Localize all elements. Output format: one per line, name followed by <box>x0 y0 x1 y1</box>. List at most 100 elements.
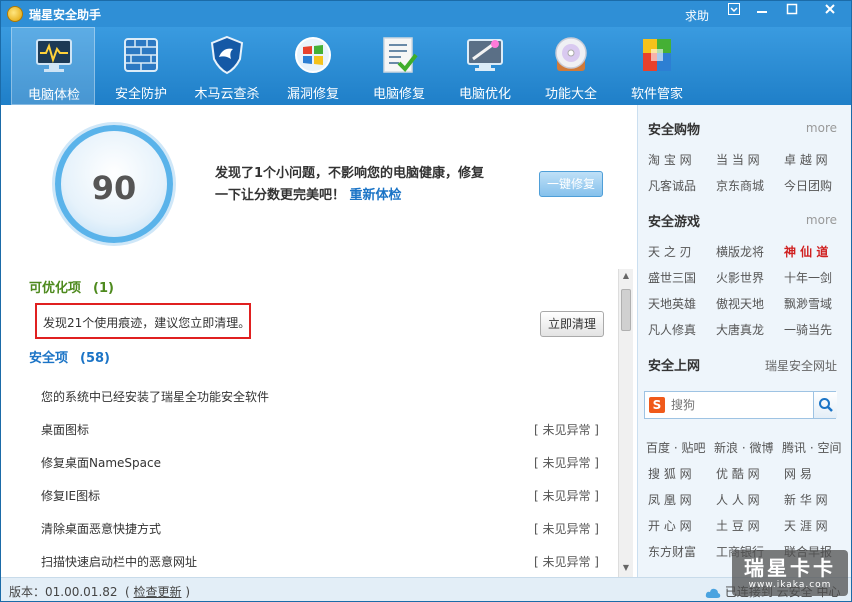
summary-line-2: 一下让分数更完美吧！ <box>215 188 346 203</box>
web-link[interactable]: 新浪 · 微博 <box>714 439 773 456</box>
check-name: 修复桌面NameSpace <box>41 456 161 470</box>
check-status: [ 未见异常 ] <box>534 423 599 437</box>
tab-label: 功能大全 <box>544 87 597 102</box>
shield-icon <box>210 35 244 75</box>
check-status: [ 未见异常 ] <box>534 489 599 503</box>
safe-url-link[interactable]: 瑞星安全网址 <box>765 357 837 374</box>
window-title: 瑞星安全助手 <box>29 8 102 22</box>
web-link[interactable]: 土 豆 网 <box>716 517 760 534</box>
tab-checkup[interactable]: 电脑体检 <box>11 27 95 105</box>
scroll-down-icon[interactable]: ▼ <box>619 561 633 575</box>
results-scrollbar[interactable]: ▲ ▼ <box>618 269 633 577</box>
tab-label: 木马云查杀 <box>194 87 260 102</box>
search-button[interactable] <box>813 392 837 418</box>
check-name: 扫描快速启动栏中的恶意网址 <box>41 555 198 569</box>
issue-text: 发现21个使用痕迹，建议您立即清理。 <box>43 316 251 330</box>
recheck-link[interactable]: 重新体检 <box>350 188 402 203</box>
checkup-panel: 90 发现了1个小问题，不影响您的电脑健康，修复 一下让分数更完美吧！ 重新体检… <box>1 105 637 577</box>
intro-text: 您的系统中已经安装了瑞星全功能安全软件 <box>41 390 270 404</box>
game-link[interactable]: 一骑当先 <box>784 321 832 338</box>
game-link[interactable]: 十年一剑 <box>784 269 832 286</box>
shopping-more-link[interactable]: more <box>806 121 837 135</box>
help-link[interactable]: 求助 <box>685 7 709 24</box>
tab-label: 电脑优化 <box>458 87 511 102</box>
version-text: 版本：01.00.01.82 <box>9 585 118 599</box>
shop-link[interactable]: 卓 越 网 <box>784 151 828 168</box>
web-link[interactable]: 天 涯 网 <box>784 517 828 534</box>
web-link[interactable]: 开 心 网 <box>648 517 692 534</box>
check-status: [ 未见异常 ] <box>534 522 599 536</box>
game-link[interactable]: 天地英雄 <box>648 295 696 312</box>
tab-label: 安全防护 <box>114 87 167 102</box>
search-input[interactable] <box>671 396 807 414</box>
section-title-text: 安全项 <box>29 351 69 366</box>
fix-all-button[interactable]: 一键修复 <box>539 171 603 197</box>
web-link[interactable]: 百度 · 贴吧 <box>646 439 705 456</box>
web-link[interactable]: 新 华 网 <box>784 491 828 508</box>
game-link[interactable]: 盛世三国 <box>648 269 696 286</box>
games-title: 安全游戏 <box>648 215 701 230</box>
tab-vuln-fix[interactable]: 漏洞修复 <box>271 27 355 105</box>
menu-icon[interactable] <box>721 3 747 23</box>
checkup-summary: 发现了1个小问题，不影响您的电脑健康，修复 一下让分数更完美吧！ 重新体检 <box>215 163 515 207</box>
shop-link[interactable]: 京东商城 <box>716 177 764 194</box>
game-link[interactable]: 飘渺雪域 <box>784 295 832 312</box>
game-link[interactable]: 凡人修真 <box>648 321 696 338</box>
tab-pc-repair[interactable]: 电脑修复 <box>357 27 441 105</box>
scroll-thumb[interactable] <box>621 289 631 331</box>
check-name: 修复IE图标 <box>41 489 101 503</box>
clean-now-button[interactable]: 立即清理 <box>540 311 604 337</box>
web-link[interactable]: 东方财富 <box>648 543 696 560</box>
tab-cloud-scan[interactable]: 木马云查杀 <box>185 27 269 105</box>
shop-link[interactable]: 当 当 网 <box>716 151 760 168</box>
summary-line-1: 发现了1个小问题，不影响您的电脑健康，修复 <box>215 166 485 181</box>
tab-features[interactable]: 功能大全 <box>529 27 613 105</box>
web-link[interactable]: 搜 狐 网 <box>648 465 692 482</box>
web-title: 安全上网 <box>648 359 701 374</box>
check-row: 桌面图标 [ 未见异常 ] <box>41 421 601 441</box>
game-link[interactable]: 傲视天地 <box>716 295 764 312</box>
title-bar[interactable]: 瑞星安全助手 求助 <box>1 1 851 27</box>
check-name: 桌面图标 <box>41 423 90 437</box>
web-link[interactable]: 网 易 <box>784 465 812 482</box>
web-link[interactable]: 凤 凰 网 <box>648 491 692 508</box>
check-update-text[interactable]: 检查更新 <box>134 585 182 599</box>
optimizable-section-title: 可优化项 (1) <box>29 277 114 296</box>
issue-highlight-box: 发现21个使用痕迹，建议您立即清理。 <box>35 303 251 339</box>
check-row: 扫描快速启动栏中的恶意网址 [ 未见异常 ] <box>41 553 601 573</box>
game-link[interactable]: 横版龙将 <box>716 243 764 260</box>
game-link[interactable]: 火影世界 <box>716 269 764 286</box>
shop-link[interactable]: 淘 宝 网 <box>648 151 692 168</box>
maximize-icon[interactable] <box>779 3 805 23</box>
shopping-title: 安全购物 <box>648 123 701 138</box>
watermark-sub: www.ikaka.com <box>748 580 832 590</box>
check-row: 修复IE图标 [ 未见异常 ] <box>41 487 601 507</box>
minimize-icon[interactable] <box>749 3 775 23</box>
sidebar: 安全购物 more 淘 宝 网 当 当 网 卓 越 网 凡客诚品 京东商城 今日… <box>637 105 851 577</box>
tab-pc-optimize[interactable]: 电脑优化 <box>443 27 527 105</box>
tab-protection[interactable]: 安全防护 <box>99 27 183 105</box>
close-icon[interactable] <box>813 3 847 23</box>
score-value: 90 <box>91 169 137 207</box>
web-link[interactable]: 优 酷 网 <box>716 465 760 482</box>
check-update-link[interactable]: ( 检查更新 ) <box>125 583 190 600</box>
windows-patch-icon <box>295 37 331 73</box>
game-link[interactable]: 天 之 刃 <box>648 243 692 260</box>
security-section-title: 安全项 (58) <box>29 347 110 366</box>
optimize-icon <box>467 39 503 71</box>
web-link[interactable]: 人 人 网 <box>716 491 760 508</box>
main-toolbar: 电脑体检 安全防护 木马云查杀 漏洞修复 电脑修复 电脑优化 功能大全 软件管家 <box>1 27 851 105</box>
scroll-up-icon[interactable]: ▲ <box>619 269 633 283</box>
tab-label: 电脑修复 <box>372 87 425 102</box>
web-link[interactable]: 腾讯 · 空间 <box>782 439 841 456</box>
shop-link[interactable]: 今日团购 <box>784 177 832 194</box>
check-status: [ 未见异常 ] <box>534 555 599 569</box>
game-link[interactable]: 大唐真龙 <box>716 321 764 338</box>
check-row: 修复桌面NameSpace [ 未见异常 ] <box>41 454 601 474</box>
games-more-link[interactable]: more <box>806 213 837 227</box>
tab-software-manager[interactable]: 软件管家 <box>615 27 699 105</box>
shop-link[interactable]: 凡客诚品 <box>648 177 696 194</box>
game-link-featured[interactable]: 神 仙 道 <box>784 243 828 260</box>
check-name: 清除桌面恶意快捷方式 <box>41 522 162 536</box>
watermark-main: 瑞星卡卡 <box>744 556 836 580</box>
